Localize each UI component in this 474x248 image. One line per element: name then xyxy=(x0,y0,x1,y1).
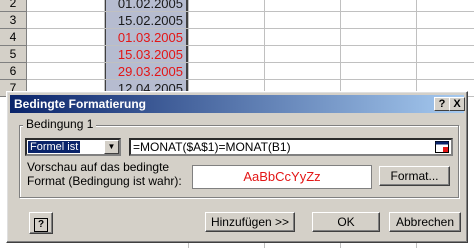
collapse-dialog-icon[interactable] xyxy=(435,141,449,153)
row-header[interactable]: 6 xyxy=(0,63,27,80)
dialog-titlebar[interactable]: Bedingte Formatierung ? X xyxy=(10,95,465,113)
cancel-button[interactable]: Abbrechen xyxy=(389,212,461,232)
preview-label: Vorschau auf das bedingte Format (Beding… xyxy=(27,160,182,188)
help-icon-glyph: ? xyxy=(34,218,48,232)
cell-a[interactable] xyxy=(27,12,105,29)
condition-group-label: Bedingung 1 xyxy=(23,117,97,131)
row-header[interactable]: 4 xyxy=(0,29,27,46)
cell-b-date[interactable]: 15.02.2005 xyxy=(105,12,188,29)
preview-text: AaBbCcYyZz xyxy=(243,169,321,184)
ok-button[interactable]: OK xyxy=(312,212,380,232)
formula-value: =MONAT($A$1)=MONAT(B1) xyxy=(133,140,291,154)
cell-b-date[interactable]: 29.03.2005 xyxy=(105,63,188,80)
row-header[interactable]: 2 xyxy=(0,0,27,12)
cell-b-date[interactable]: 15.03.2005 xyxy=(105,46,188,63)
format-preview: AaBbCcYyZz xyxy=(192,165,372,189)
conditional-formatting-dialog: Bedingte Formatierung ? X Bedingung 1 Fo… xyxy=(6,91,468,243)
help-title-button[interactable]: ? xyxy=(434,97,450,111)
cell-a[interactable] xyxy=(27,63,105,80)
condition-type-value: Formel ist xyxy=(28,141,81,153)
condition-type-select[interactable]: Formel ist ▼ xyxy=(25,138,121,156)
formula-input[interactable]: =MONAT($A$1)=MONAT(B1) xyxy=(129,138,453,156)
cell-b-date[interactable]: 01.03.2005 xyxy=(105,29,188,46)
cell-a[interactable] xyxy=(27,29,105,46)
close-button[interactable]: X xyxy=(449,97,465,111)
format-button[interactable]: Format... xyxy=(379,166,450,186)
row-header[interactable]: 3 xyxy=(0,12,27,29)
cell-a[interactable] xyxy=(27,46,105,63)
row-header[interactable]: 5 xyxy=(0,46,27,63)
dialog-title: Bedingte Formatierung xyxy=(14,97,147,111)
chevron-down-icon[interactable]: ▼ xyxy=(104,140,119,154)
help-icon[interactable]: ? xyxy=(29,212,53,234)
add-condition-button[interactable]: Hinzufügen >> xyxy=(205,212,295,232)
